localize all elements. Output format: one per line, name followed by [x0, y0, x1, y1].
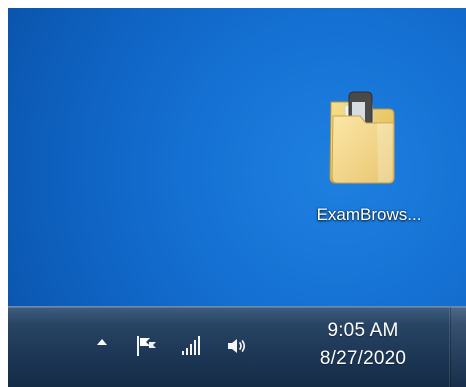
show-desktop-button[interactable]	[450, 307, 466, 387]
chevron-up-icon	[97, 339, 107, 345]
flag-icon[interactable]	[134, 334, 158, 358]
show-hidden-icons-button[interactable]	[93, 333, 111, 351]
desktop-icon-label: ExamBrows...	[316, 205, 422, 224]
desktop-icon-exambrowser[interactable]: ExamBrows...	[293, 82, 445, 242]
folder-icon	[329, 91, 395, 184]
network-signal-icon[interactable]	[180, 334, 204, 358]
volume-icon[interactable]	[225, 334, 249, 358]
taskbar: 9:05 AM 8/27/2020	[8, 306, 466, 387]
system-clock[interactable]: 9:05 AM 8/27/2020	[298, 317, 428, 373]
clock-time: 9:05 AM	[327, 320, 399, 341]
clock-date: 8/27/2020	[319, 348, 407, 369]
screen: ExamBrows... 9:05 AM 8/27/2020	[0, 0, 466, 387]
desktop[interactable]: ExamBrows...	[8, 8, 466, 306]
